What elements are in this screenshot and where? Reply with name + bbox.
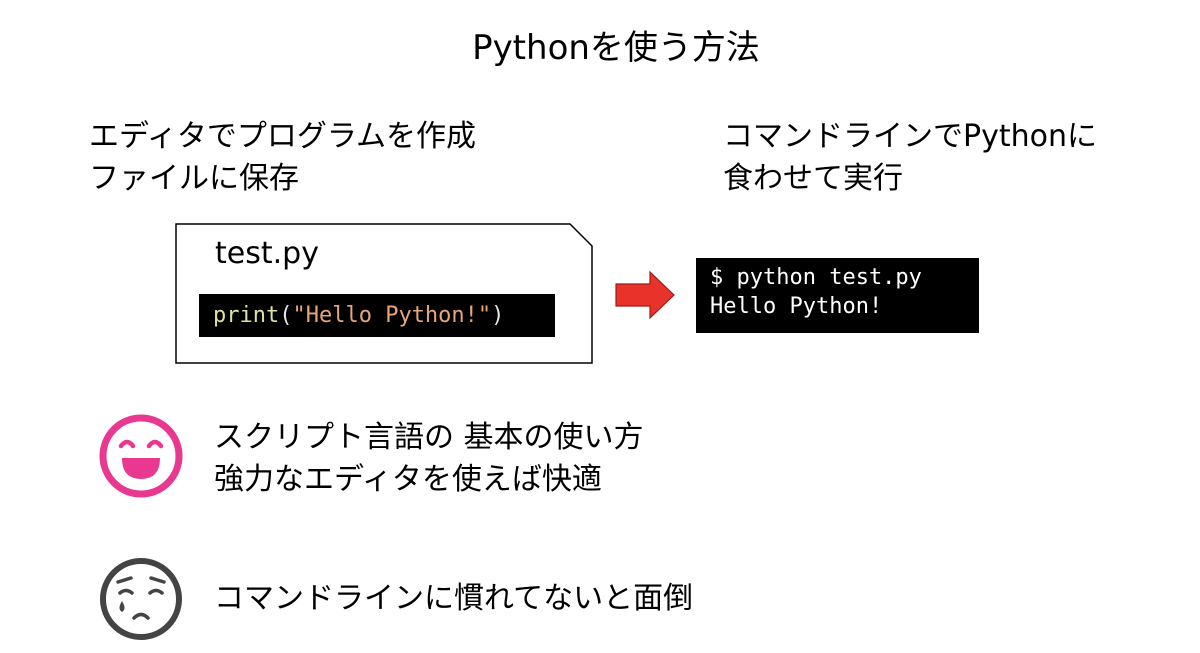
- code-string: "Hello Python!": [292, 303, 492, 328]
- pros-line-1: スクリプト言語の 基本の使い方: [214, 420, 644, 455]
- command-line-step-description: コマンドラインでPythonに 食わせて実行: [723, 116, 1097, 200]
- slide-title: Pythonを使う方法: [472, 28, 760, 68]
- code-snippet: print("Hello Python!"): [199, 294, 555, 337]
- pros-line-2: 強力なエディタを使えば快適: [214, 462, 602, 497]
- editor-step-description: エディタでプログラムを作成 ファイルに保存: [89, 116, 476, 200]
- command-line-step-line-2: 食わせて実行: [723, 161, 903, 196]
- code-open-paren: (: [279, 303, 293, 328]
- worried-face-icon: [100, 558, 182, 640]
- editor-step-line-1: エディタでプログラムを作成: [89, 119, 476, 154]
- file-name: test.py: [215, 236, 319, 271]
- editor-step-line-2: ファイルに保存: [89, 161, 299, 196]
- code-close-paren: ): [491, 303, 505, 328]
- command-line-step-line-1: コマンドラインでPythonに: [723, 119, 1097, 154]
- cons-line-1: コマンドラインに慣れてないと面倒: [214, 581, 694, 616]
- terminal-command: $ python test.py: [710, 265, 922, 290]
- pros-text: スクリプト言語の 基本の使い方 強力なエディタを使えば快適: [214, 417, 644, 501]
- cons-text: コマンドラインに慣れてないと面倒: [214, 578, 693, 620]
- terminal-output: Hello Python!: [710, 294, 883, 319]
- terminal-window: $ python test.py Hello Python!: [696, 258, 979, 333]
- code-function: print: [213, 303, 280, 328]
- smiling-face-icon: [99, 414, 183, 498]
- right-arrow-icon: [615, 270, 675, 320]
